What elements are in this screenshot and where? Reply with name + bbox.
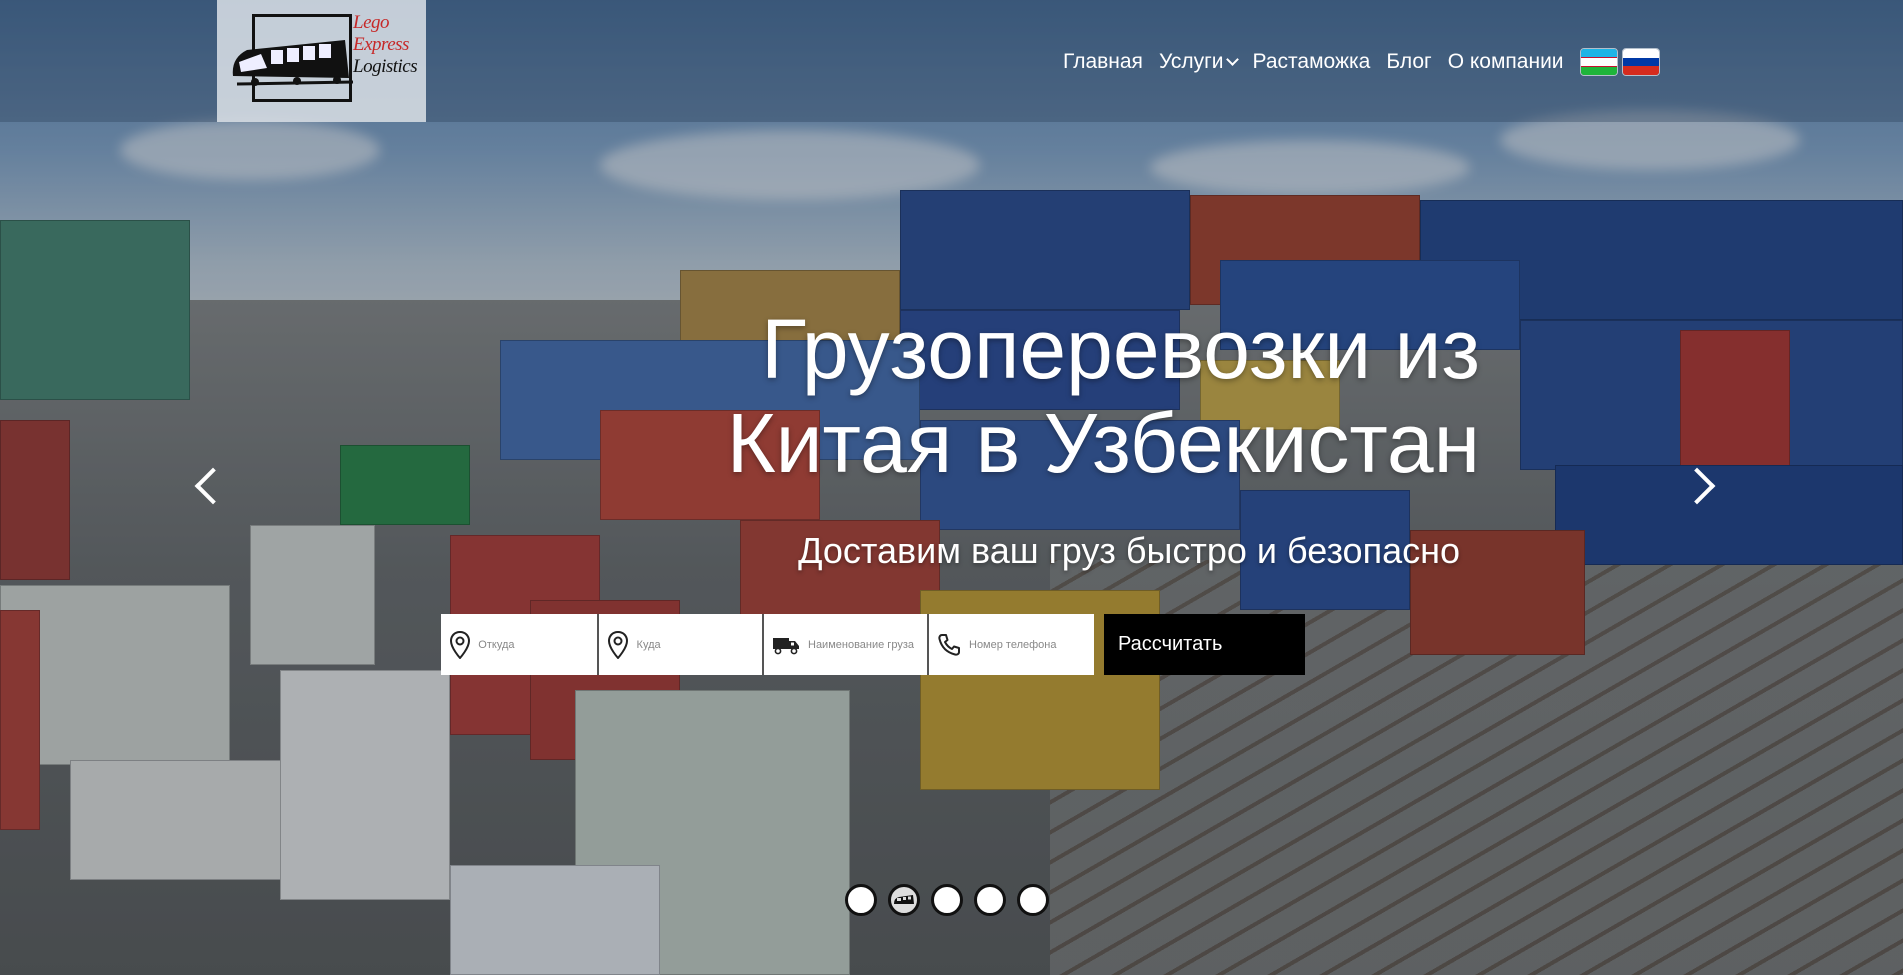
logo-text: Lego Express Logistics (353, 12, 423, 78)
hero-title-line-1: Грузоперевозки из (761, 302, 1480, 396)
nav-home[interactable]: Главная (1063, 50, 1143, 74)
phone-icon (937, 629, 961, 661)
nav-services[interactable]: Услуги (1158, 50, 1239, 74)
uz-flag-icon[interactable] (1579, 48, 1618, 76)
from-field (441, 614, 599, 675)
hero-subtitle: Доставим ваш груз быстро и безопасно (798, 530, 1460, 571)
location-pin-icon (449, 629, 470, 661)
logo-line-1: Lego (353, 12, 390, 33)
nav-services-label: Услуги (1158, 50, 1224, 73)
truck-icon (772, 629, 800, 661)
from-input[interactable] (478, 638, 597, 651)
phone-field (929, 614, 1094, 675)
nav-about[interactable]: О компании (1448, 50, 1564, 74)
to-field (599, 614, 764, 675)
nav-customs[interactable]: Растаможка (1253, 50, 1371, 74)
to-input[interactable] (636, 638, 762, 651)
hero-title-line-2: Китая в Узбекистан (726, 396, 1480, 490)
chevron-down-icon (1225, 53, 1239, 66)
logo-line-2: Express (353, 34, 409, 55)
logo-line-3: Logistics (353, 56, 418, 77)
nav-blog[interactable]: Блог (1386, 50, 1431, 74)
calculate-button[interactable]: Рассчитать (1104, 614, 1305, 675)
slider-prev-arrow[interactable] (190, 460, 222, 510)
hero-title: Грузоперевозки из Китая в Узбекистан (480, 302, 1480, 490)
train-icon (232, 40, 354, 86)
cargo-field (764, 614, 929, 675)
ru-flag-icon[interactable] (1621, 48, 1660, 76)
main-nav: Главная Услуги Растаможка Блог О компани… (1063, 48, 1664, 76)
slider-dot-5[interactable] (1017, 884, 1049, 916)
slider-dot-3[interactable] (931, 884, 963, 916)
location-pin-icon (607, 629, 629, 661)
shipping-calculator-form (441, 614, 1094, 675)
slider-dot-2[interactable] (888, 884, 920, 916)
slider-pagination (845, 884, 1060, 916)
slider-dot-4[interactable] (974, 884, 1006, 916)
phone-input[interactable] (969, 638, 1094, 651)
slider-dot-1[interactable] (845, 884, 877, 916)
logo[interactable]: Lego Express Logistics (217, 0, 426, 122)
slider-next-arrow[interactable] (1684, 460, 1716, 510)
cargo-input[interactable] (808, 638, 927, 651)
train-icon (894, 895, 914, 904)
